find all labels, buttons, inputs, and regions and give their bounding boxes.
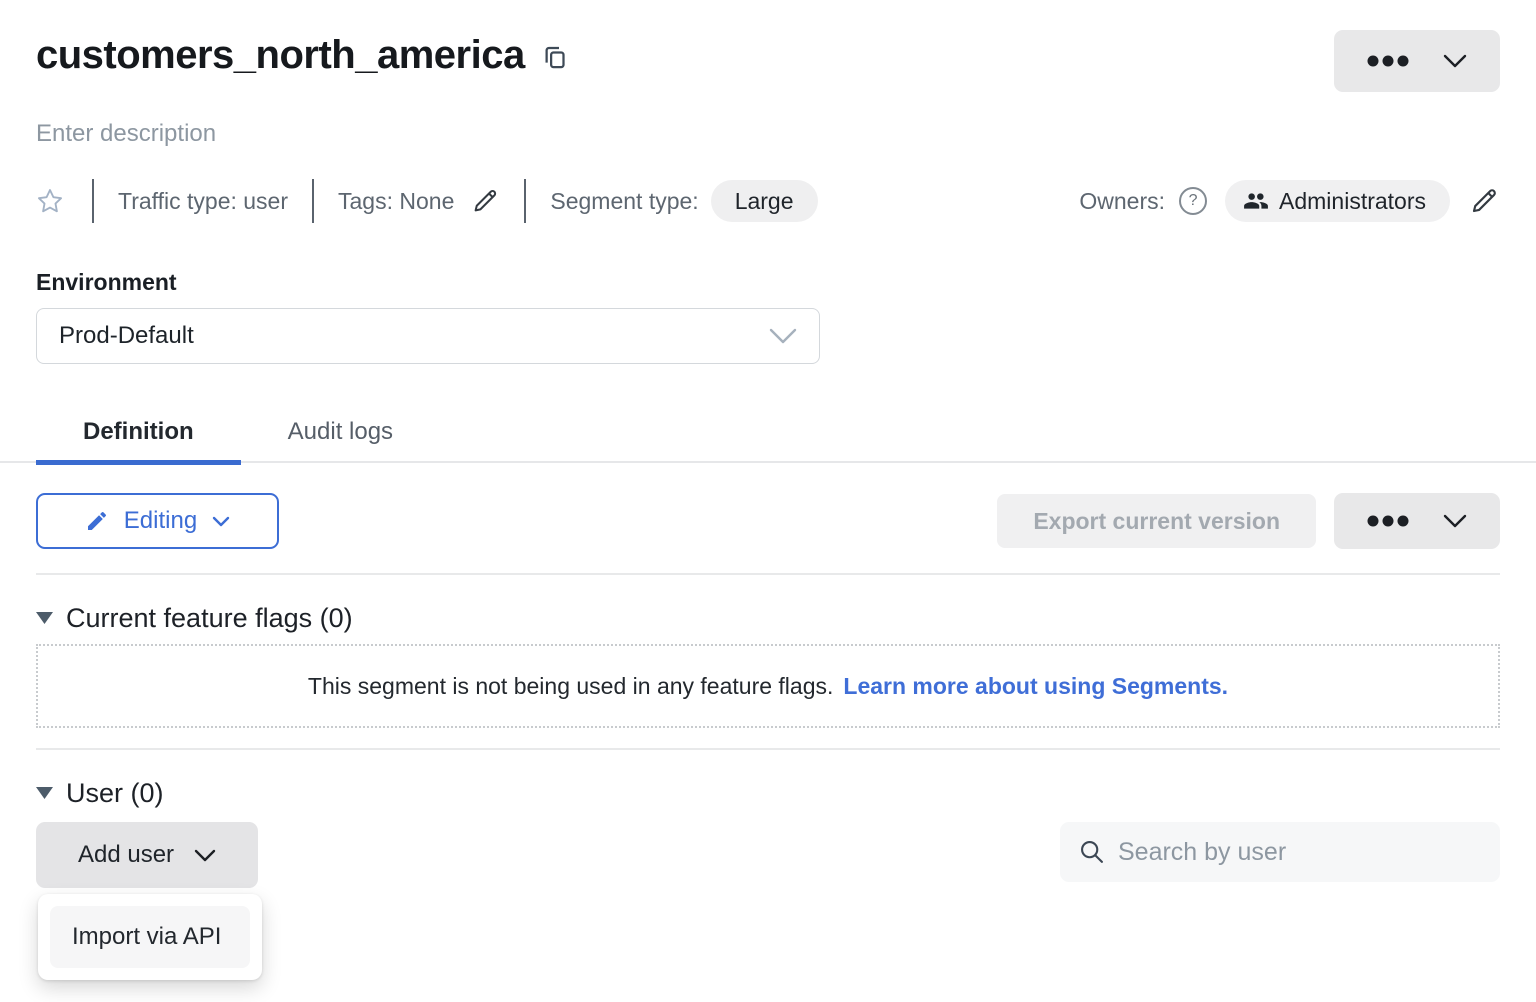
definition-toolbar: Editing Export current version bbox=[36, 493, 1500, 549]
question-circle-icon[interactable]: ? bbox=[1179, 187, 1207, 215]
ellipsis-icon bbox=[1367, 515, 1409, 527]
star-icon bbox=[36, 187, 64, 215]
traffic-type-label: Traffic type: user bbox=[118, 188, 288, 215]
ellipsis-icon bbox=[1367, 55, 1409, 67]
header: customers_north_america bbox=[36, 0, 1500, 92]
pencil-icon bbox=[85, 509, 109, 533]
add-user-dropdown-menu: Import via API bbox=[38, 894, 262, 980]
chevron-down-icon bbox=[769, 328, 797, 344]
user-section-heading: User (0) bbox=[66, 778, 164, 809]
export-current-version-button[interactable]: Export current version bbox=[997, 494, 1316, 548]
page-title: customers_north_america bbox=[36, 30, 525, 80]
segment-detail-page: customers_north_america Enter bbox=[0, 0, 1536, 1002]
group-icon bbox=[1243, 188, 1269, 214]
copy-icon bbox=[541, 42, 568, 72]
learn-more-link[interactable]: Learn more about using Segments. bbox=[843, 673, 1228, 700]
tab-bar: Definition Audit logs bbox=[0, 400, 1536, 463]
search-icon bbox=[1078, 838, 1106, 866]
environment-label: Environment bbox=[36, 269, 1500, 296]
divider bbox=[36, 573, 1500, 575]
divider bbox=[312, 179, 314, 223]
environment-select[interactable]: Prod-Default bbox=[36, 308, 820, 364]
user-search bbox=[1060, 822, 1500, 882]
divider bbox=[92, 179, 94, 223]
feature-flags-heading: Current feature flags (0) bbox=[66, 603, 353, 634]
pencil-icon bbox=[1468, 185, 1500, 217]
segment-type-badge: Large bbox=[711, 180, 818, 222]
owners-group: Owners: ? Administrators bbox=[1079, 180, 1500, 222]
definition-more-actions-button[interactable] bbox=[1334, 493, 1500, 549]
favorite-star-button[interactable] bbox=[36, 187, 64, 215]
chevron-down-icon bbox=[194, 849, 216, 862]
environment-selected-value: Prod-Default bbox=[59, 322, 769, 350]
feature-flags-empty-state: This segment is not being used in any fe… bbox=[36, 644, 1500, 728]
tab-audit-logs[interactable]: Audit logs bbox=[241, 400, 440, 463]
owners-value: Administrators bbox=[1279, 188, 1426, 215]
description-placeholder[interactable]: Enter description bbox=[36, 120, 216, 148]
edit-tags-button[interactable] bbox=[470, 186, 500, 216]
user-section-toggle[interactable]: User (0) bbox=[36, 778, 164, 809]
divider bbox=[36, 748, 1500, 750]
pencil-icon bbox=[470, 186, 500, 216]
editing-label: Editing bbox=[124, 507, 197, 535]
user-controls-row: Add user Import via API bbox=[36, 822, 1500, 888]
add-user-button[interactable]: Add user bbox=[36, 822, 258, 888]
meta-row: Traffic type: user Tags: None Segment ty… bbox=[36, 179, 1500, 223]
tab-definition[interactable]: Definition bbox=[36, 400, 241, 463]
menu-item-import-via-api[interactable]: Import via API bbox=[50, 906, 250, 968]
owners-label: Owners: bbox=[1079, 188, 1165, 215]
copy-title-button[interactable] bbox=[541, 42, 568, 72]
chevron-down-icon bbox=[1443, 54, 1467, 68]
empty-state-message: This segment is not being used in any fe… bbox=[308, 673, 833, 700]
owners-badge[interactable]: Administrators bbox=[1225, 180, 1450, 222]
divider bbox=[524, 179, 526, 223]
tags-label: Tags: None bbox=[338, 188, 454, 215]
feature-flags-section-toggle[interactable]: Current feature flags (0) bbox=[36, 603, 353, 634]
caret-down-icon bbox=[36, 787, 53, 800]
add-user-dropdown-wrap: Add user Import via API bbox=[36, 822, 258, 888]
search-by-user-input[interactable] bbox=[1118, 838, 1482, 867]
header-more-actions-button[interactable] bbox=[1334, 30, 1500, 92]
caret-down-icon bbox=[36, 612, 53, 625]
chevron-down-icon bbox=[212, 516, 230, 527]
add-user-label: Add user bbox=[78, 841, 174, 869]
editing-mode-button[interactable]: Editing bbox=[36, 493, 279, 549]
segment-type-label: Segment type: bbox=[550, 188, 698, 215]
chevron-down-icon bbox=[1443, 514, 1467, 528]
edit-owners-button[interactable] bbox=[1468, 185, 1500, 217]
